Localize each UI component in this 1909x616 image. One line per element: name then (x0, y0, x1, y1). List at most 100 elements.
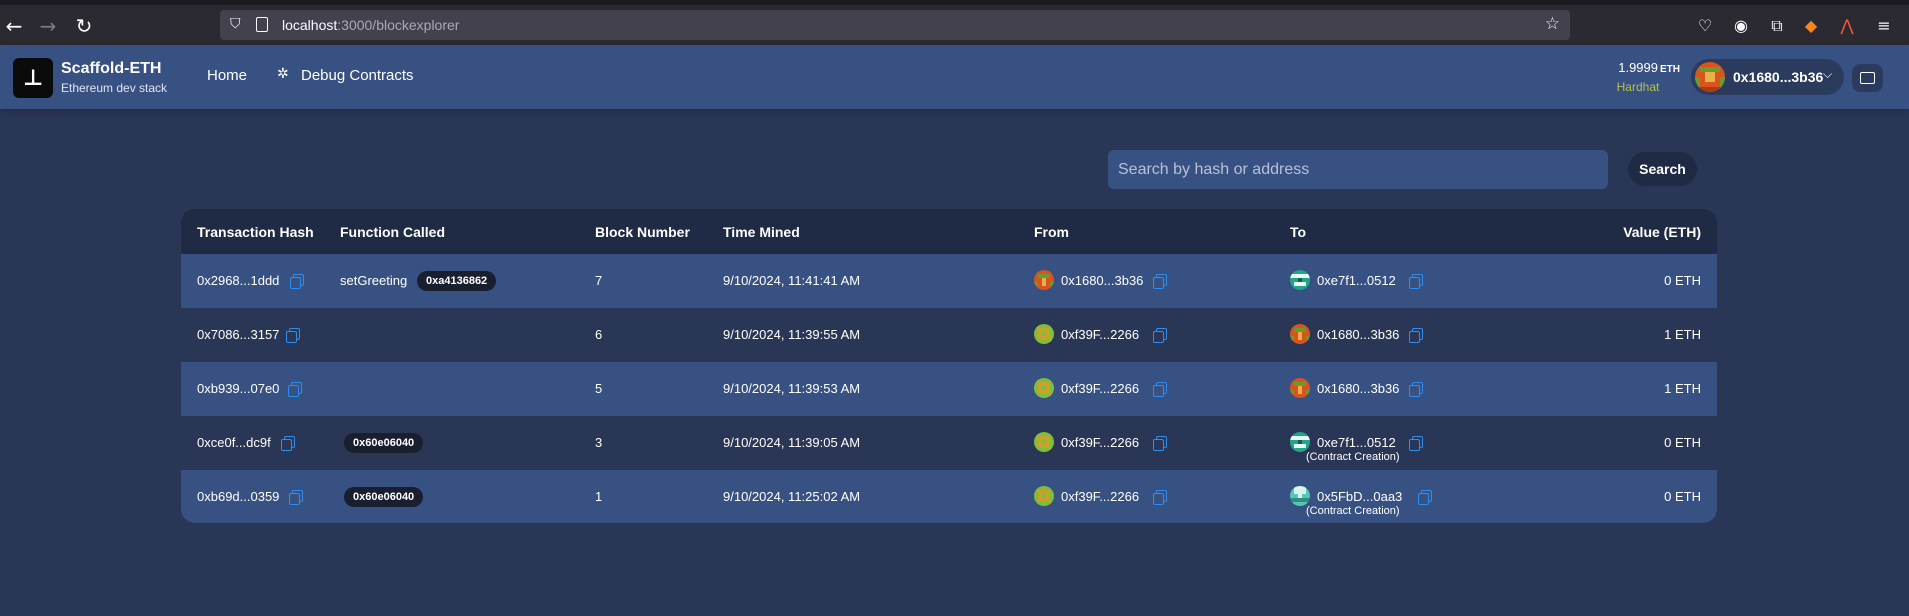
bug-icon: ✲ (277, 66, 289, 82)
to-address-link[interactable]: 0xe7f1...0512 (1317, 435, 1396, 450)
metamask-icon[interactable]: ◆ (1801, 16, 1821, 36)
from-address-link[interactable]: 0xf39F...2266 (1061, 381, 1139, 396)
table-row[interactable]: 0x7086...3157 6 9/10/2024, 11:39:55 AM 0xf3… (181, 308, 1717, 362)
scaffold-logo-icon[interactable]: ⊥ (13, 58, 53, 98)
balance-value: 1.9999 (1618, 60, 1658, 75)
time-mined: 9/10/2024, 11:39:05 AM (723, 435, 861, 450)
from-avatar (1034, 486, 1054, 506)
table-row[interactable]: 0x2968...1ddd setGreeting 0xa4136862 7 9/10/… (181, 254, 1717, 308)
menu-icon[interactable]: ≡ (1874, 16, 1894, 36)
url-text[interactable]: localhost:3000/blockexplorer (282, 17, 459, 33)
value-eth: 1 ETH (1664, 327, 1701, 342)
copy-icon[interactable] (1153, 490, 1167, 505)
value-eth: 0 ETH (1664, 435, 1701, 450)
qr-code-button[interactable] (1852, 64, 1883, 92)
back-icon[interactable]: ← (2, 14, 26, 38)
function-selector-badge: 0x60e06040 (344, 487, 424, 507)
value-eth: 0 ETH (1664, 273, 1701, 288)
value-eth: 1 ETH (1664, 381, 1701, 396)
balance-unit: ETH (1660, 64, 1680, 75)
table-header: Transaction Hash Function Called Block N… (181, 209, 1717, 254)
extensions-icon[interactable]: ⧉ (1767, 16, 1787, 36)
function-selector-badge: 0x60e06040 (344, 433, 424, 453)
copy-icon[interactable] (288, 382, 302, 397)
search-input[interactable] (1108, 150, 1608, 189)
from-address-link[interactable]: 0x1680...3b36 (1061, 273, 1143, 288)
from-avatar (1034, 432, 1054, 452)
tx-hash-link[interactable]: 0xce0f...dc9f (197, 435, 271, 450)
tx-hash-link[interactable]: 0x7086...3157 (197, 327, 279, 342)
column-header-block-number: Block Number (595, 224, 690, 240)
bookmark-star-icon[interactable]: ☆ (1545, 14, 1560, 34)
balance: 1.9999 ETH (1600, 60, 1680, 75)
pocket-icon[interactable]: ♡ (1695, 16, 1715, 36)
time-mined: 9/10/2024, 11:41:41 AM (723, 273, 861, 288)
copy-icon[interactable] (1409, 328, 1423, 343)
to-address-link[interactable]: 0x5FbD...0aa3 (1317, 489, 1402, 504)
to-avatar (1290, 486, 1310, 506)
forward-icon[interactable]: → (36, 14, 60, 38)
search-button[interactable]: Search (1628, 152, 1697, 186)
block-number-link[interactable]: 1 (595, 489, 602, 504)
copy-icon[interactable] (1418, 490, 1432, 505)
copy-icon[interactable] (286, 328, 300, 343)
qr-code-icon (1860, 72, 1875, 84)
avatar (1695, 62, 1725, 92)
column-header-from: From (1034, 224, 1069, 240)
account-icon[interactable]: ◉ (1731, 16, 1751, 36)
transactions-table: Transaction Hash Function Called Block N… (181, 209, 1717, 523)
copy-icon[interactable] (289, 490, 303, 505)
account-address: 0x1680...3b36 (1733, 69, 1824, 85)
function-selector-badge: 0xa4136862 (417, 271, 497, 291)
column-header-transaction-hash: Transaction Hash (197, 224, 314, 240)
app-header: ⊥ Scaffold-ETH Ethereum dev stack Home ✲… (0, 45, 1909, 109)
table-row[interactable]: 0xce0f...dc9f 0x60e06040 3 9/10/2024, 11:39… (181, 416, 1717, 470)
value-eth: 0 ETH (1664, 489, 1701, 504)
reload-icon[interactable]: ↻ (72, 14, 96, 38)
to-avatar (1290, 378, 1310, 398)
chevron-down-icon: ⌵ (1823, 67, 1833, 81)
from-address-link[interactable]: 0xf39F...2266 (1061, 489, 1139, 504)
tx-hash-link[interactable]: 0x2968...1ddd (197, 273, 279, 288)
to-address-link[interactable]: 0xe7f1...0512 (1317, 273, 1396, 288)
copy-icon[interactable] (1153, 382, 1167, 397)
tx-hash-link[interactable]: 0xb69d...0359 (197, 489, 279, 504)
from-avatar (1034, 324, 1054, 344)
account-dropdown-button[interactable]: 0x1680...3b36 ⌵ (1691, 59, 1844, 95)
column-header-value: Value (ETH) (1623, 224, 1701, 240)
copy-icon[interactable] (290, 274, 304, 289)
copy-icon[interactable] (1153, 436, 1167, 451)
to-address-link[interactable]: 0x1680...3b36 (1317, 327, 1399, 342)
copy-icon[interactable] (1153, 328, 1167, 343)
extension-icon[interactable]: ⋀ (1837, 16, 1857, 36)
brand-title[interactable]: Scaffold-ETH (61, 60, 161, 78)
nav-debug-contracts[interactable]: Debug Contracts (301, 67, 414, 84)
contract-creation-note: (Contract Creation) (1306, 505, 1400, 517)
block-number-link[interactable]: 5 (595, 381, 602, 396)
tx-hash-link[interactable]: 0xb939...07e0 (197, 381, 279, 396)
table-row[interactable]: 0xb69d...0359 0x60e06040 1 9/10/2024, 11:25… (181, 470, 1717, 523)
time-mined: 9/10/2024, 11:25:02 AM (723, 489, 861, 504)
block-number-link[interactable]: 7 (595, 273, 602, 288)
shield-icon[interactable]: ⛉ (230, 16, 241, 32)
copy-icon[interactable] (1409, 436, 1423, 451)
nav-home[interactable]: Home (207, 67, 247, 84)
from-address-link[interactable]: 0xf39F...2266 (1061, 327, 1139, 342)
table-row[interactable]: 0xb939...07e0 5 9/10/2024, 11:39:53 AM 0xf3… (181, 362, 1717, 416)
block-number-link[interactable]: 6 (595, 327, 602, 342)
function-name: setGreeting (340, 273, 408, 288)
copy-icon[interactable] (1409, 382, 1423, 397)
block-number-link[interactable]: 3 (595, 435, 602, 450)
copy-icon[interactable] (1409, 274, 1423, 289)
column-header-to: To (1290, 224, 1307, 240)
copy-icon[interactable] (281, 436, 295, 451)
brand-subtitle: Ethereum dev stack (61, 81, 168, 95)
to-address-link[interactable]: 0x1680...3b36 (1317, 381, 1399, 396)
from-avatar (1034, 270, 1054, 290)
from-address-link[interactable]: 0xf39F...2266 (1061, 435, 1139, 450)
time-mined: 9/10/2024, 11:39:53 AM (723, 381, 861, 396)
time-mined: 9/10/2024, 11:39:55 AM (723, 327, 861, 342)
copy-icon[interactable] (1153, 274, 1167, 289)
column-header-time-mined: Time Mined (723, 224, 800, 240)
address-bar[interactable]: ⛉ localhost:3000/blockexplorer ☆ (220, 10, 1570, 40)
